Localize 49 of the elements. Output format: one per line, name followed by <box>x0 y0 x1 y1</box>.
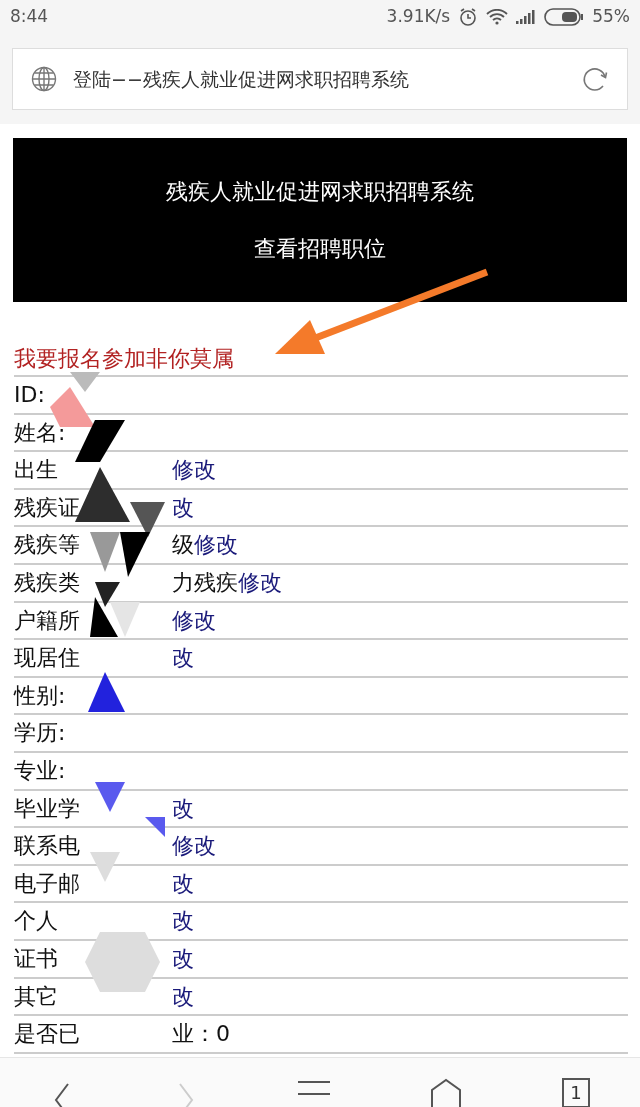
page-title: 登陆−−残疾人就业促进网求职招聘系统 <box>73 66 410 92</box>
field-label: 专业: <box>14 756 67 785</box>
battery-icon <box>544 8 585 26</box>
edit-link[interactable]: 修改 <box>238 564 282 601</box>
field-label: 残疾证 <box>14 493 81 522</box>
edit-link[interactable]: 改 <box>172 790 194 827</box>
field-label: 户籍所 <box>14 606 81 635</box>
edit-link[interactable]: 修改 <box>172 602 216 639</box>
field-value: 业：0 <box>172 1020 230 1049</box>
edit-link[interactable]: 修改 <box>194 527 238 563</box>
field-label: 个人 <box>14 907 59 936</box>
field-label: 联系电 <box>14 832 81 861</box>
field-label: 出生 <box>14 456 59 485</box>
job-listings-link[interactable]: 查看招聘职位 <box>254 232 386 265</box>
field-label: ID: <box>14 381 46 409</box>
home-icon[interactable] <box>430 1078 462 1107</box>
wifi-icon <box>486 9 509 25</box>
edit-link[interactable]: 修改 <box>172 828 216 864</box>
alarm-icon <box>458 7 479 27</box>
battery-percent: 55% <box>592 5 630 29</box>
reload-icon[interactable] <box>581 65 609 93</box>
field-label: 姓名: <box>14 418 67 447</box>
field-label: 是否已 <box>14 1020 81 1049</box>
field-label: 其它 <box>14 982 59 1011</box>
signup-link[interactable]: 我要报名参加非你莫属 <box>14 346 234 371</box>
edit-link[interactable]: 改 <box>172 978 194 1015</box>
field-label: 毕业学 <box>14 794 81 823</box>
field-label: 性别: <box>14 681 67 710</box>
clock-time: 8:44 <box>10 5 49 29</box>
edit-link[interactable]: 改 <box>172 940 194 977</box>
signal-icon <box>516 10 537 24</box>
edit-link[interactable]: 修改 <box>172 452 216 488</box>
field-label: 现居住 <box>14 644 81 673</box>
field-label: 残疾等 <box>14 531 81 560</box>
network-speed: 3.91K/s <box>386 5 451 29</box>
globe-icon <box>31 66 57 92</box>
tab-count-button[interactable]: 1 <box>562 1078 590 1107</box>
field-value: 级 <box>172 531 194 560</box>
field-label: 证书 <box>14 944 59 973</box>
field-value: 力残疾 <box>172 568 238 597</box>
site-title: 残疾人就业促进网求职招聘系统 <box>166 178 474 206</box>
field-label: 学历: <box>14 719 67 748</box>
edit-link[interactable]: 改 <box>172 640 194 676</box>
edit-link[interactable]: 改 <box>172 903 194 939</box>
address-bar[interactable]: 登陆−−残疾人就业促进网求职招聘系统 <box>12 48 628 110</box>
edit-link[interactable]: 改 <box>172 489 194 526</box>
field-label: 电子邮 <box>14 869 81 898</box>
edit-link[interactable]: 改 <box>172 865 194 902</box>
field-label: 残疾类 <box>14 568 81 597</box>
